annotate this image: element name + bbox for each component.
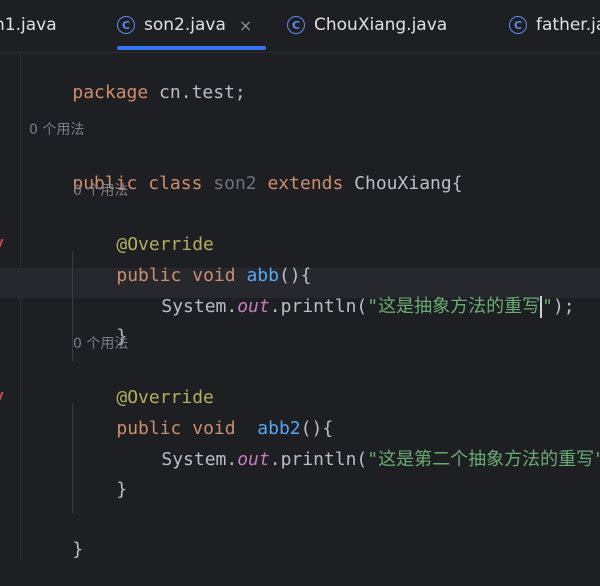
- tab-label: ChouXiang.java: [314, 15, 448, 35]
- code-line-close-brace: }: [116, 326, 128, 347]
- code-line-class-decl: public class son2 extends ChouXiang{: [72, 173, 463, 194]
- code-line-close-brace: }: [116, 479, 128, 500]
- tab-father[interactable]: C father.java: [509, 0, 600, 50]
- tab-son2[interactable]: C son2.java ×: [117, 0, 267, 50]
- usage-hint[interactable]: 0 个用法: [73, 181, 128, 201]
- tab-label: n1.java: [0, 15, 57, 35]
- tab-label: son2.java: [144, 15, 226, 35]
- class-icon: C: [509, 16, 527, 34]
- tab-label: father.java: [536, 15, 600, 35]
- class-icon: C: [287, 16, 305, 34]
- override-gutter-icon[interactable]: [0, 239, 8, 247]
- tab-son1[interactable]: n1.java: [0, 0, 57, 50]
- close-icon[interactable]: ×: [239, 16, 252, 35]
- code-line-class-close: }: [72, 539, 84, 560]
- gutter-divider: [20, 53, 21, 560]
- class-icon: C: [117, 16, 135, 34]
- override-gutter-icon[interactable]: [0, 392, 8, 400]
- code-line-println-1: System.out.println("这是抽象方法的重写 ");: [161, 296, 575, 318]
- code-editor[interactable]: package cn.test; 0 个用法 public class son2…: [0, 53, 600, 560]
- editor-tab-bar: n1.java C son2.java × C ChouXiang.java C…: [0, 0, 600, 53]
- usage-hint[interactable]: 0 个用法: [29, 120, 84, 140]
- tab-chouxiang[interactable]: C ChouXiang.java: [287, 0, 447, 50]
- code-line-override: @Override: [116, 387, 214, 408]
- code-line-override: @Override: [116, 234, 214, 255]
- code-line-method-abb2: public void abb2(){: [116, 418, 334, 439]
- code-line-method-abb: public void abb(){: [116, 265, 312, 286]
- code-line-package: package cn.test;: [72, 82, 246, 103]
- usage-hint[interactable]: 0 个用法: [73, 334, 128, 354]
- code-line-println-2: System.out.println("这是第二个抽象方法的重写");: [161, 449, 600, 470]
